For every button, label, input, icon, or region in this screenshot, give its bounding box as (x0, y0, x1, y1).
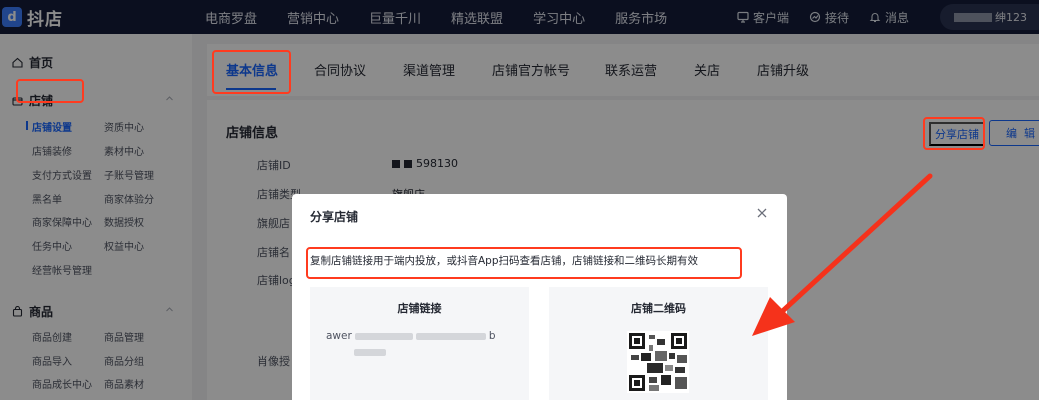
annotation-arrow-icon (752, 173, 933, 336)
